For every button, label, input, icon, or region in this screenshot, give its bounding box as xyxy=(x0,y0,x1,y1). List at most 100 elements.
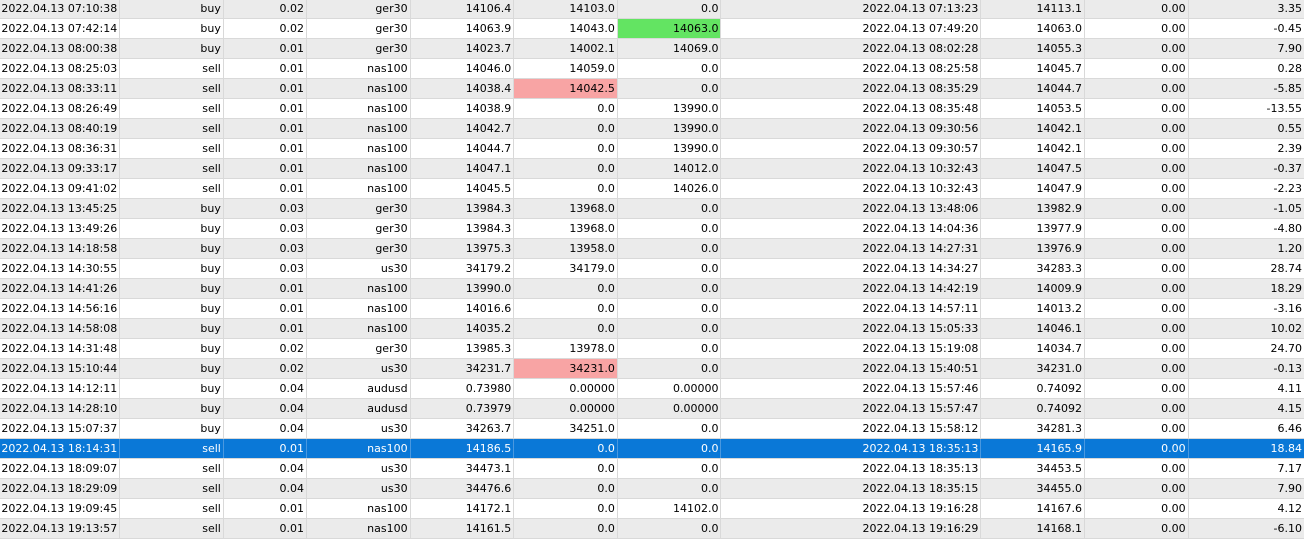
take-profit-cell: 13990.0 xyxy=(618,139,722,158)
close-time-cell: 2022.04.13 10:32:43 xyxy=(721,159,982,178)
volume-cell: 0.01 xyxy=(224,139,307,158)
table-row[interactable]: 2022.04.13 14:41:26 buy 0.01 nas100 13990.0 0… xyxy=(0,279,1304,299)
close-time-cell: 2022.04.13 18:35:13 xyxy=(721,459,982,478)
table-row[interactable]: 2022.04.13 13:45:25 buy 0.03 ger30 13984.3 13… xyxy=(0,199,1304,219)
table-row[interactable]: 2022.04.13 18:09:07 sell 0.04 us30 34473.1 0.… xyxy=(0,459,1304,479)
table-row[interactable]: 2022.04.13 14:56:16 buy 0.01 nas100 14016.6 0… xyxy=(0,299,1304,319)
type-cell: sell xyxy=(120,479,224,498)
table-row[interactable]: 2022.04.13 19:13:57 sell 0.01 nas100 14161.5… xyxy=(0,519,1304,539)
close-time-cell: 2022.04.13 14:04:36 xyxy=(721,219,982,238)
open-time-cell: 2022.04.13 09:33:17 xyxy=(0,159,121,178)
table-row[interactable]: 2022.04.13 15:10:44 buy 0.02 us30 34231.7 342… xyxy=(0,359,1304,379)
table-row[interactable]: 2022.04.13 13:49:26 buy 0.03 ger30 13984.3 13… xyxy=(0,219,1304,239)
profit-cell: 4.15 xyxy=(1277,402,1302,415)
close-time-cell: 2022.04.13 15:05:33 xyxy=(721,319,982,338)
table-row[interactable]: 2022.04.13 19:09:45 sell 0.01 nas100 14172.1… xyxy=(0,499,1304,519)
close-price-cell: 14113.1 xyxy=(981,0,1086,18)
table-row[interactable]: 2022.04.13 08:40:19 sell 0.01 nas100 14042.7… xyxy=(0,119,1304,139)
table-row[interactable]: 2022.04.13 14:31:48 buy 0.02 ger30 13985.3 13… xyxy=(0,339,1304,359)
symbol-cell: audusd xyxy=(307,399,411,418)
stop-loss-cell: 14042.5 xyxy=(514,79,618,98)
take-profit-cell: 0.0 xyxy=(618,519,722,538)
volume-cell: 0.04 xyxy=(224,419,307,438)
stop-loss-cell: 0.00000 xyxy=(514,379,618,398)
profit-cell: 0.28 xyxy=(1277,62,1302,75)
stop-loss-cell: 34231.0 xyxy=(514,359,618,378)
take-profit-cell: 0.0 xyxy=(618,439,722,458)
open-price-cell: 14038.4 xyxy=(411,79,515,98)
volume-cell: 0.01 xyxy=(224,59,307,78)
open-time-cell: 2022.04.13 14:28:10 xyxy=(0,399,121,418)
type-cell: sell xyxy=(120,439,224,458)
close-price-cell: 34281.3 xyxy=(981,419,1086,438)
table-row[interactable]: 2022.04.13 18:14:31 sell 0.01 nas100 14186.5… xyxy=(0,439,1304,459)
stop-loss-cell: 13968.0 xyxy=(514,199,618,218)
table-row[interactable]: 2022.04.13 07:10:38 buy 0.02 ger30 14106.4 14… xyxy=(0,0,1304,19)
volume-cell: 0.03 xyxy=(224,199,307,218)
stop-loss-cell: 14059.0 xyxy=(514,59,618,78)
table-row[interactable]: 2022.04.13 08:36:31 sell 0.01 nas100 14044.7… xyxy=(0,139,1304,159)
type-cell: buy xyxy=(120,339,224,358)
table-row[interactable]: 2022.04.13 08:00:38 buy 0.01 ger30 14023.7 14… xyxy=(0,39,1304,59)
volume-cell: 0.01 xyxy=(224,519,307,538)
swap-cell: 0.00 xyxy=(1085,19,1189,38)
swap-cell: 0.00 xyxy=(1085,479,1189,498)
table-row[interactable]: 2022.04.13 14:58:08 buy 0.01 nas100 14035.2 0… xyxy=(0,319,1304,339)
open-price-cell: 34179.2 xyxy=(411,259,515,278)
table-row[interactable]: 2022.04.13 09:33:17 sell 0.01 nas100 14047.1… xyxy=(0,159,1304,179)
open-time-cell: 2022.04.13 15:10:44 xyxy=(0,359,121,378)
close-price-cell: 34283.3 xyxy=(981,259,1086,278)
close-price-cell: 14047.9 xyxy=(981,179,1086,198)
symbol-cell: nas100 xyxy=(307,519,411,538)
table-row[interactable]: 2022.04.13 08:33:11 sell 0.01 nas100 14038.4… xyxy=(0,79,1304,99)
symbol-cell: ger30 xyxy=(307,199,411,218)
open-price-cell: 34473.1 xyxy=(411,459,515,478)
stop-loss-cell: 0.0 xyxy=(514,499,618,518)
volume-cell: 0.01 xyxy=(224,179,307,198)
profit-cell: -13.55 xyxy=(1266,102,1302,115)
volume-cell: 0.03 xyxy=(224,259,307,278)
type-cell: sell xyxy=(120,79,224,98)
swap-cell: 0.00 xyxy=(1085,459,1189,478)
close-time-cell: 2022.04.13 10:32:43 xyxy=(721,179,982,198)
profit-cell: 18.29 xyxy=(1270,282,1302,295)
open-price-cell: 14038.9 xyxy=(411,99,515,118)
table-row[interactable]: 2022.04.13 07:42:14 buy 0.02 ger30 14063.9 14… xyxy=(0,19,1304,39)
take-profit-cell: 13990.0 xyxy=(618,99,722,118)
stop-loss-cell: 0.0 xyxy=(514,439,618,458)
close-time-cell: 2022.04.13 14:27:31 xyxy=(721,239,982,258)
type-cell: buy xyxy=(120,0,224,18)
table-row[interactable]: 2022.04.13 14:28:10 buy 0.04 audusd 0.73979 0… xyxy=(0,399,1304,419)
open-price-cell: 14044.7 xyxy=(411,139,515,158)
close-price-cell: 14055.3 xyxy=(981,39,1086,58)
take-profit-cell: 0.0 xyxy=(618,419,722,438)
open-time-cell: 2022.04.13 14:58:08 xyxy=(0,319,121,338)
open-price-cell: 14023.7 xyxy=(411,39,515,58)
take-profit-cell: 0.00000 xyxy=(618,399,722,418)
close-price-cell: 14045.7 xyxy=(981,59,1086,78)
trade-history-table: 2022.04.13 07:10:38 buy 0.02 ger30 14106.4 14… xyxy=(0,0,1304,539)
swap-cell: 0.00 xyxy=(1085,79,1189,98)
table-row[interactable]: 2022.04.13 08:26:49 sell 0.01 nas100 14038.9… xyxy=(0,99,1304,119)
swap-cell: 0.00 xyxy=(1085,299,1189,318)
swap-cell: 0.00 xyxy=(1085,259,1189,278)
swap-cell: 0.00 xyxy=(1085,0,1189,18)
table-row[interactable]: 2022.04.13 08:25:03 sell 0.01 nas100 14046.0… xyxy=(0,59,1304,79)
take-profit-cell: 0.0 xyxy=(618,259,722,278)
stop-loss-cell: 0.0 xyxy=(514,179,618,198)
table-row[interactable]: 2022.04.13 09:41:02 sell 0.01 nas100 14045.5… xyxy=(0,179,1304,199)
volume-cell: 0.01 xyxy=(224,279,307,298)
table-row[interactable]: 2022.04.13 15:07:37 buy 0.04 us30 34263.7 342… xyxy=(0,419,1304,439)
table-row[interactable]: 2022.04.13 18:29:09 sell 0.04 us30 34476.6 0.… xyxy=(0,479,1304,499)
close-price-cell: 14042.1 xyxy=(981,119,1086,138)
take-profit-cell: 0.0 xyxy=(618,359,722,378)
table-row[interactable]: 2022.04.13 14:12:11 buy 0.04 audusd 0.73980 0… xyxy=(0,379,1304,399)
table-row[interactable]: 2022.04.13 14:18:58 buy 0.03 ger30 13975.3 13… xyxy=(0,239,1304,259)
swap-cell: 0.00 xyxy=(1085,379,1189,398)
table-row[interactable]: 2022.04.13 14:30:55 buy 0.03 us30 34179.2 341… xyxy=(0,259,1304,279)
open-price-cell: 14063.9 xyxy=(411,19,515,38)
take-profit-cell: 0.0 xyxy=(618,339,722,358)
volume-cell: 0.01 xyxy=(224,39,307,58)
type-cell: buy xyxy=(120,399,224,418)
swap-cell: 0.00 xyxy=(1085,199,1189,218)
